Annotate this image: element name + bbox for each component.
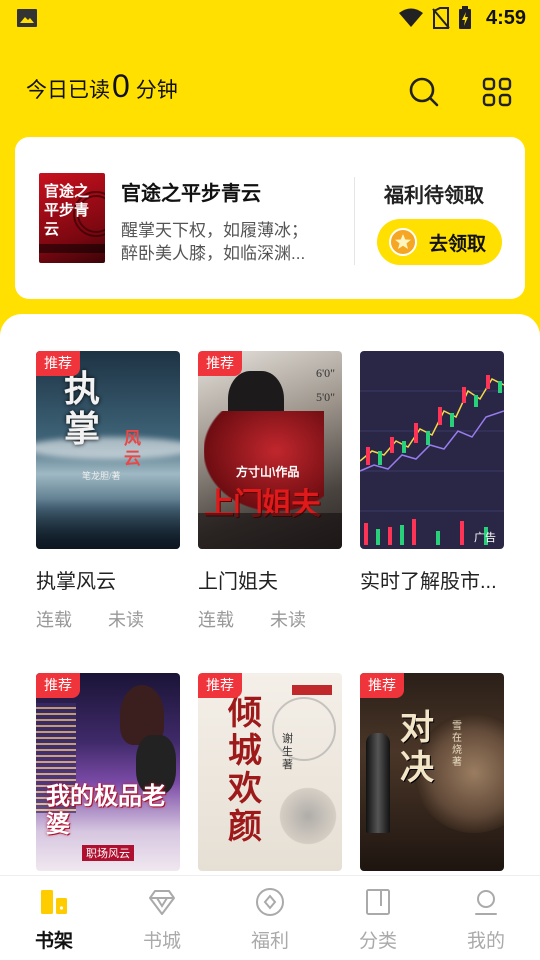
nav-label: 书架: [34, 931, 73, 952]
nav-label: 福利: [250, 931, 289, 952]
promo-book-desc: 醒掌天下权，如履薄冰； 醉卧美人膝，如临深渊...: [121, 219, 321, 265]
book-item[interactable]: 6'0" 5'0" 方寸山\作品 上门姐夫 推荐 上门姐夫 连载 未读: [198, 351, 342, 632]
nav-label: 我的: [466, 931, 505, 952]
grid-view-icon[interactable]: [481, 76, 513, 108]
today-read-time: 今日已读 0 分钟: [26, 70, 178, 104]
category-icon: [366, 889, 390, 915]
recommend-badge: 推荐: [36, 351, 80, 376]
book-cover[interactable]: 执掌 风云 笔龙胆/著 推荐: [36, 351, 180, 549]
nav-label: 书城: [142, 931, 181, 952]
recommend-badge: 推荐: [198, 351, 242, 376]
recommend-badge: 推荐: [360, 673, 404, 698]
recommend-badge: 推荐: [36, 673, 80, 698]
book-item[interactable]: 我的极品老婆 职场风云 推荐: [36, 673, 180, 871]
nav-welfare[interactable]: 福利: [216, 876, 324, 960]
promo-book-cover[interactable]: 官途之平步青云: [39, 173, 105, 263]
bottom-nav: 书架 书城 福利 分类 我的: [0, 875, 540, 960]
battery-charging-icon: [458, 6, 471, 29]
ad-cover[interactable]: 广告: [360, 351, 504, 549]
book-cover[interactable]: 6'0" 5'0" 方寸山\作品 上门姐夫 推荐: [198, 351, 342, 549]
nav-label: 分类: [358, 931, 397, 952]
claim-button-label: 去领取: [429, 233, 487, 255]
shelf-header: 今日已读 0 分钟: [0, 60, 540, 120]
stock-chart-image: [360, 375, 504, 545]
cover-title-text: 执掌: [64, 369, 101, 449]
book-read-state: 未读: [270, 610, 306, 630]
no-sim-icon: [432, 7, 450, 29]
status-bar: 4:59: [0, 0, 540, 36]
recommend-badge: 推荐: [198, 673, 242, 698]
book-cover[interactable]: 倾城欢颜 谢生著 推荐: [198, 673, 342, 871]
book-meta: 连载 未读: [36, 606, 180, 632]
image-notification-icon: [17, 9, 37, 27]
nav-bookshelf[interactable]: 书架: [0, 876, 108, 960]
ad-title: 实时了解股市...: [360, 571, 497, 593]
book-item[interactable]: 执掌 风云 笔龙胆/著 推荐 执掌风云 连载 未读: [36, 351, 180, 632]
nav-category[interactable]: 分类: [324, 876, 432, 960]
cover-title-text: 倾城欢颜: [228, 695, 262, 846]
diamond-icon: [149, 890, 175, 915]
wifi-icon: [398, 8, 423, 27]
ad-label: 广告: [474, 532, 496, 544]
read-time-minutes: 0: [112, 68, 130, 104]
promo-desc-line: 醒掌天下权，如履薄冰；: [121, 221, 308, 240]
book-cover[interactable]: 我的极品老婆 职场风云 推荐: [36, 673, 180, 871]
nav-profile[interactable]: 我的: [432, 876, 540, 960]
read-time-prefix: 今日已读: [26, 79, 110, 102]
bookshelf-icon: [41, 890, 67, 914]
divider: [354, 177, 355, 265]
book-read-state: 未读: [108, 610, 144, 630]
welfare-title: 福利待领取: [384, 185, 484, 207]
cover-title-text: 对决: [400, 710, 434, 787]
search-icon[interactable]: [408, 76, 440, 108]
book-title: 执掌风云: [36, 571, 116, 593]
book-status: 连载: [198, 610, 234, 630]
cover-subtitle-text: 雪在烧著: [452, 721, 462, 768]
book-item[interactable]: 对决 雪在烧著 推荐: [360, 673, 504, 871]
book-item[interactable]: 倾城欢颜 谢生著 推荐: [198, 673, 342, 871]
nav-bookstore[interactable]: 书城: [108, 876, 216, 960]
read-time-unit: 分钟: [135, 79, 178, 102]
book-cover[interactable]: 对决 雪在烧著 推荐: [360, 673, 504, 871]
coin-star-icon: [389, 228, 417, 256]
status-time: 4:59: [485, 6, 526, 29]
profile-icon: [475, 890, 497, 915]
cover-title-text: 我的极品老婆: [46, 784, 166, 838]
claim-welfare-button[interactable]: 去领取: [377, 219, 502, 265]
promo-cover-title: 官途之平步青云: [44, 184, 90, 238]
cover-subtitle-text: 方寸山\作品: [236, 465, 300, 479]
promo-book-title[interactable]: 官途之平步青云: [121, 177, 261, 206]
bookshelf-grid: 执掌 风云 笔龙胆/著 推荐 执掌风云 连载 未读 6'0" 5'0" 方寸山\…: [0, 314, 540, 914]
welfare-icon: [256, 888, 284, 916]
cover-subtitle-text: 职场风云: [82, 845, 134, 861]
ad-item[interactable]: 广告 实时了解股市...: [360, 351, 504, 594]
promo-desc-line: 醉卧美人膝，如临深渊...: [121, 244, 306, 263]
book-meta: 连载 未读: [198, 606, 342, 632]
book-title: 上门姐夫: [198, 571, 278, 593]
cover-author-text: 笔龙胆/著: [82, 471, 121, 481]
cover-subtitle-text: 谢生著: [282, 733, 293, 771]
cover-subtitle-text: 风云: [124, 429, 141, 468]
book-status: 连载: [36, 610, 72, 630]
promo-card: 官途之平步青云 官途之平步青云 醒掌天下权，如履薄冰； 醉卧美人膝，如临深渊..…: [15, 137, 525, 299]
